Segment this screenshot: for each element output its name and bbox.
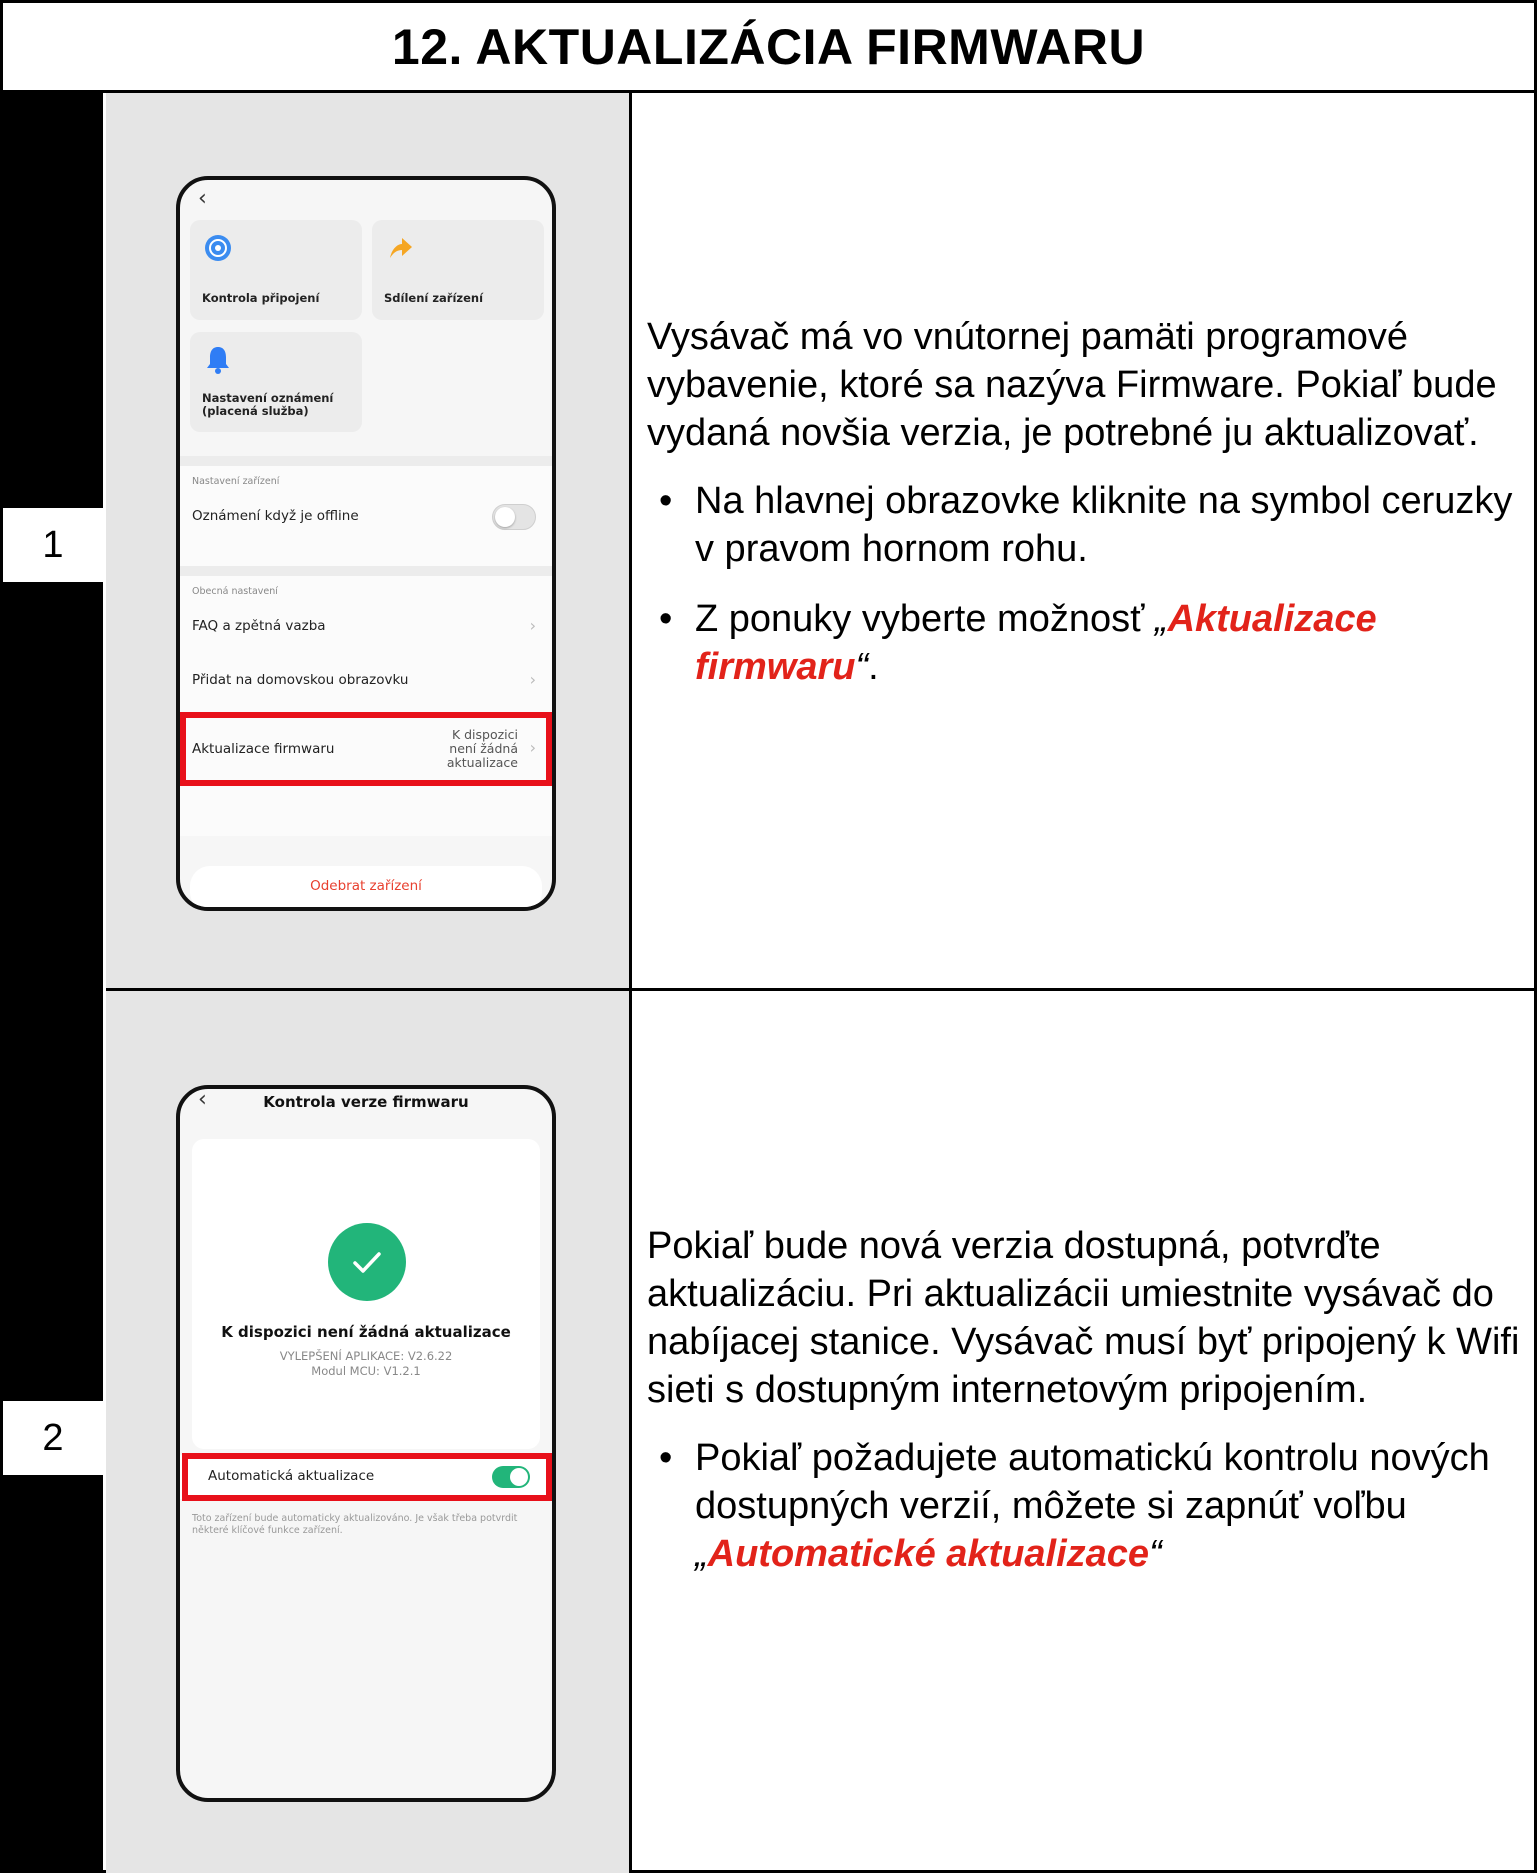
highlight-frame [180,712,552,786]
add-home-label: Přidat na domovskou obrazovku [192,672,409,688]
tile-share-device[interactable]: Sdílení zařízení [372,220,544,320]
app-version: VYLEPŠENÍ APLIKACE: V2.6.22 [279,1349,453,1363]
bullet-text-end: . [868,646,879,688]
step-2-intro: Pokiaľ bude nová verzia dostupná, potvrď… [647,1225,1520,1411]
section-device-label: Nastavení zařízení [192,476,280,487]
bullet-text: Na hlavnej obrazovke kliknite na symbol … [695,480,1513,570]
step-1-bullet-1: • Na hlavnej obrazovke kliknite na symbo… [647,477,1527,573]
step-2-text: Pokiaľ bude nová verzia dostupná, potvrď… [647,1222,1527,1600]
open-quote: „ [695,1533,708,1575]
section-title-bar: 12. AKTUALIZÁCIA FIRMWARU [3,3,1534,93]
section-gap [180,456,552,466]
instruction-sheet: 12. AKTUALIZÁCIA FIRMWARU 1 2 ‹ Kontrola… [0,0,1537,1873]
connection-icon [205,235,231,261]
close-quote: “ [855,646,869,688]
tile-notification-settings[interactable]: Nastavení oznámení (placená služba) [190,332,362,432]
tile-share-label: Sdílení zařízení [384,291,484,305]
section-gap [180,566,552,576]
bell-icon [207,347,229,374]
tile-connection-check[interactable]: Kontrola připojení [190,220,362,320]
bullet-dot: • [659,480,673,522]
bullet-text: Pokiaľ požadujete automatickú kontrolu n… [695,1437,1490,1527]
remove-device-label: Odebrat zařízení [310,878,422,894]
step-1-bullet-2: • Z ponuky vyberte možnosť „Aktualizace … [647,595,1527,691]
chevron-right-icon: › [529,670,536,689]
chevron-right-icon: › [529,616,536,635]
step-1-intro: Vysávač má vo vnútornej pamäti programov… [647,316,1497,454]
offline-notification-toggle[interactable] [492,504,536,530]
general-settings-group: Obecná nastavení FAQ a zpětná vazba › Př… [180,576,552,836]
step-number-column [3,93,103,1873]
tile-connection-label: Kontrola připojení [202,291,320,305]
step-2-bullet-1: • Pokiaľ požadujete automatickú kontrolu… [647,1434,1527,1578]
section-general-label: Obecná nastavení [192,586,278,597]
bullet-dot: • [659,598,673,640]
highlight-frame [182,1453,552,1501]
close-quote: “ [1149,1533,1162,1575]
share-arrow-icon [390,238,412,258]
section-title: 12. AKTUALIZÁCIA FIRMWARU [391,18,1146,75]
bullet-dot: • [659,1437,673,1479]
faq-row[interactable]: FAQ a zpětná vazba › [180,608,552,648]
phone-screenshot-device-settings: ‹ Kontrola připojení Sdílení zařízení Na… [176,176,556,911]
open-quote: „ [1154,598,1168,640]
auto-update-note: Toto zařízení bude automaticky aktualizo… [192,1513,518,1536]
tile-notification-sublabel: (placená služba) [202,404,309,418]
mcu-version: Modul MCU: V1.2.1 [311,1364,421,1378]
screen-header: Kontrola verze firmwaru [263,1093,469,1111]
column-divider [629,93,632,1873]
step-1-text: Vysávač má vo vnútornej pamäti programov… [647,313,1527,713]
remove-device-button[interactable]: Odebrat zařízení [190,866,542,907]
phone-screenshot-firmware-check: ‹ Kontrola verze firmwaru K dispozici ne… [176,1085,556,1802]
row-divider [106,988,1537,991]
firmware-status-text: K dispozici není žádná aktualizace [221,1323,511,1341]
step-1-number: 1 [3,508,103,582]
step-2-number: 2 [3,1401,103,1475]
firmware-status-card: K dispozici není žádná aktualizace VYLEP… [192,1139,540,1449]
check-circle-icon [328,1223,406,1301]
highlighted-term: Automatické aktualizace [707,1533,1150,1575]
back-arrow-icon[interactable]: ‹ [198,186,207,211]
bullet-text: Z ponuky vyberte možnosť [695,598,1155,640]
faq-label: FAQ a zpětná vazba [192,618,326,634]
add-home-row[interactable]: Přidat na domovskou obrazovku › [180,662,552,702]
offline-notification-label: Oznámení když je offline [192,508,359,524]
device-settings-group: Nastavení zařízení Oznámení když je offl… [180,466,552,566]
